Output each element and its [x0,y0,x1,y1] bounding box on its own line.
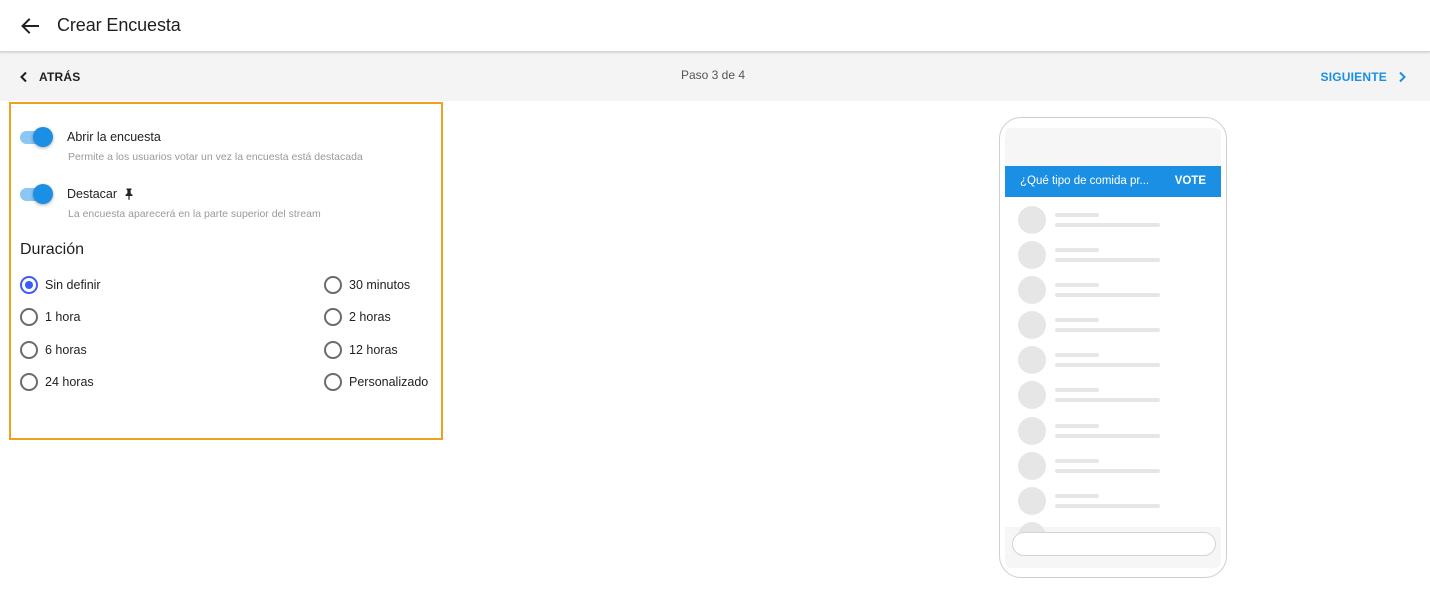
radio-1-hora[interactable]: 1 hora [20,307,80,327]
poll-question: ¿Qué tipo de comida pr... [1020,175,1150,187]
text-placeholder [1055,469,1160,473]
radio-button[interactable] [324,341,342,359]
text-placeholder [1055,434,1160,438]
radio-label: Sin definir [45,278,101,292]
radio-button[interactable] [20,341,38,359]
text-placeholder [1055,213,1099,217]
list-item [1018,417,1208,445]
next-button-label: SIGUIENTE [1320,70,1387,84]
list-item [1018,276,1208,304]
toggle-knob [33,127,53,147]
radio-label: 6 horas [45,343,87,357]
text-placeholder [1055,248,1099,252]
poll-banner: ¿Qué tipo de comida pr... VOTE [1005,166,1221,197]
text-placeholder [1055,293,1160,297]
phone-screen: ¿Qué tipo de comida pr... VOTE [1005,128,1221,568]
avatar [1018,417,1046,445]
list-item [1018,487,1208,515]
radio-30-minutos[interactable]: 30 minutos [324,275,410,295]
app-header: Crear Encuesta [0,0,1430,52]
avatar [1018,381,1046,409]
radio-label: 2 horas [349,310,391,324]
poll-settings-panel: Abrir la encuesta Permite a los usuarios… [9,102,443,440]
text-placeholder [1055,283,1099,287]
arrow-left-icon[interactable] [18,14,42,38]
chevron-right-icon [1399,71,1406,83]
radio-24-horas[interactable]: 24 horas [20,372,94,392]
open-poll-description: Permite a los usuarios votar un vez la e… [68,151,363,163]
radio-12-horas[interactable]: 12 horas [324,340,398,360]
radio-button[interactable] [20,373,38,391]
avatar [1018,452,1046,480]
feature-description: La encuesta aparecerá en la parte superi… [68,208,321,220]
text-placeholder [1055,318,1099,322]
message-input[interactable] [1012,532,1216,556]
list-item [1018,452,1208,480]
duration-title: Duración [20,241,85,258]
text-placeholder [1055,398,1160,402]
text-placeholder [1055,494,1099,498]
text-placeholder [1055,258,1160,262]
radio-button[interactable] [324,276,342,294]
list-item [1018,311,1208,339]
text-placeholder [1055,223,1160,227]
page-title: Crear Encuesta [57,15,181,35]
list-item [1018,346,1208,374]
feature-label: Destacar [67,187,134,201]
radio-button[interactable] [324,308,342,326]
text-placeholder [1055,363,1160,367]
avatar [1018,311,1046,339]
feature-label-text: Destacar [67,187,118,201]
list-item [1018,206,1208,234]
text-placeholder [1055,353,1099,357]
radio-label: Personalizado [349,375,429,389]
open-poll-toggle[interactable] [19,127,53,147]
radio-personalizado[interactable]: Personalizado [324,372,428,392]
radio-6-horas[interactable]: 6 horas [20,340,87,360]
radio-button-checked[interactable] [20,276,38,294]
radio-button[interactable] [324,373,342,391]
avatar [1018,206,1046,234]
open-poll-label-text: Abrir la encuesta [67,130,161,144]
radio-sin-definir[interactable]: Sin definir [20,275,101,295]
next-button[interactable]: SIGUIENTE [1321,67,1408,87]
vote-button[interactable]: VOTE [1175,175,1206,187]
radio-label: 30 minutos [349,278,411,292]
pin-icon [125,188,133,200]
toggle-knob [33,184,53,204]
avatar [1018,241,1046,269]
stream-feed [1005,197,1221,550]
radio-label: 24 horas [45,375,94,389]
phone-preview: ¿Qué tipo de comida pr... VOTE [999,117,1227,578]
text-placeholder [1055,388,1099,392]
radio-label: 1 hora [45,310,81,324]
text-placeholder [1055,504,1160,508]
feature-toggle[interactable] [19,184,53,204]
radio-button[interactable] [20,308,38,326]
open-poll-label: Abrir la encuesta [67,130,161,144]
avatar [1018,346,1046,374]
list-item [1018,381,1208,409]
step-navigation-bar: ATRÁS Paso 3 de 4 SIGUIENTE [0,52,1430,101]
avatar [1018,276,1046,304]
text-placeholder [1055,424,1099,428]
text-placeholder [1055,328,1160,332]
step-indicator: Paso 3 de 4 [680,68,746,82]
avatar [1018,487,1046,515]
radio-label: 12 horas [349,343,398,357]
text-placeholder [1055,459,1099,463]
list-item [1018,241,1208,269]
radio-2-horas[interactable]: 2 horas [324,307,391,327]
